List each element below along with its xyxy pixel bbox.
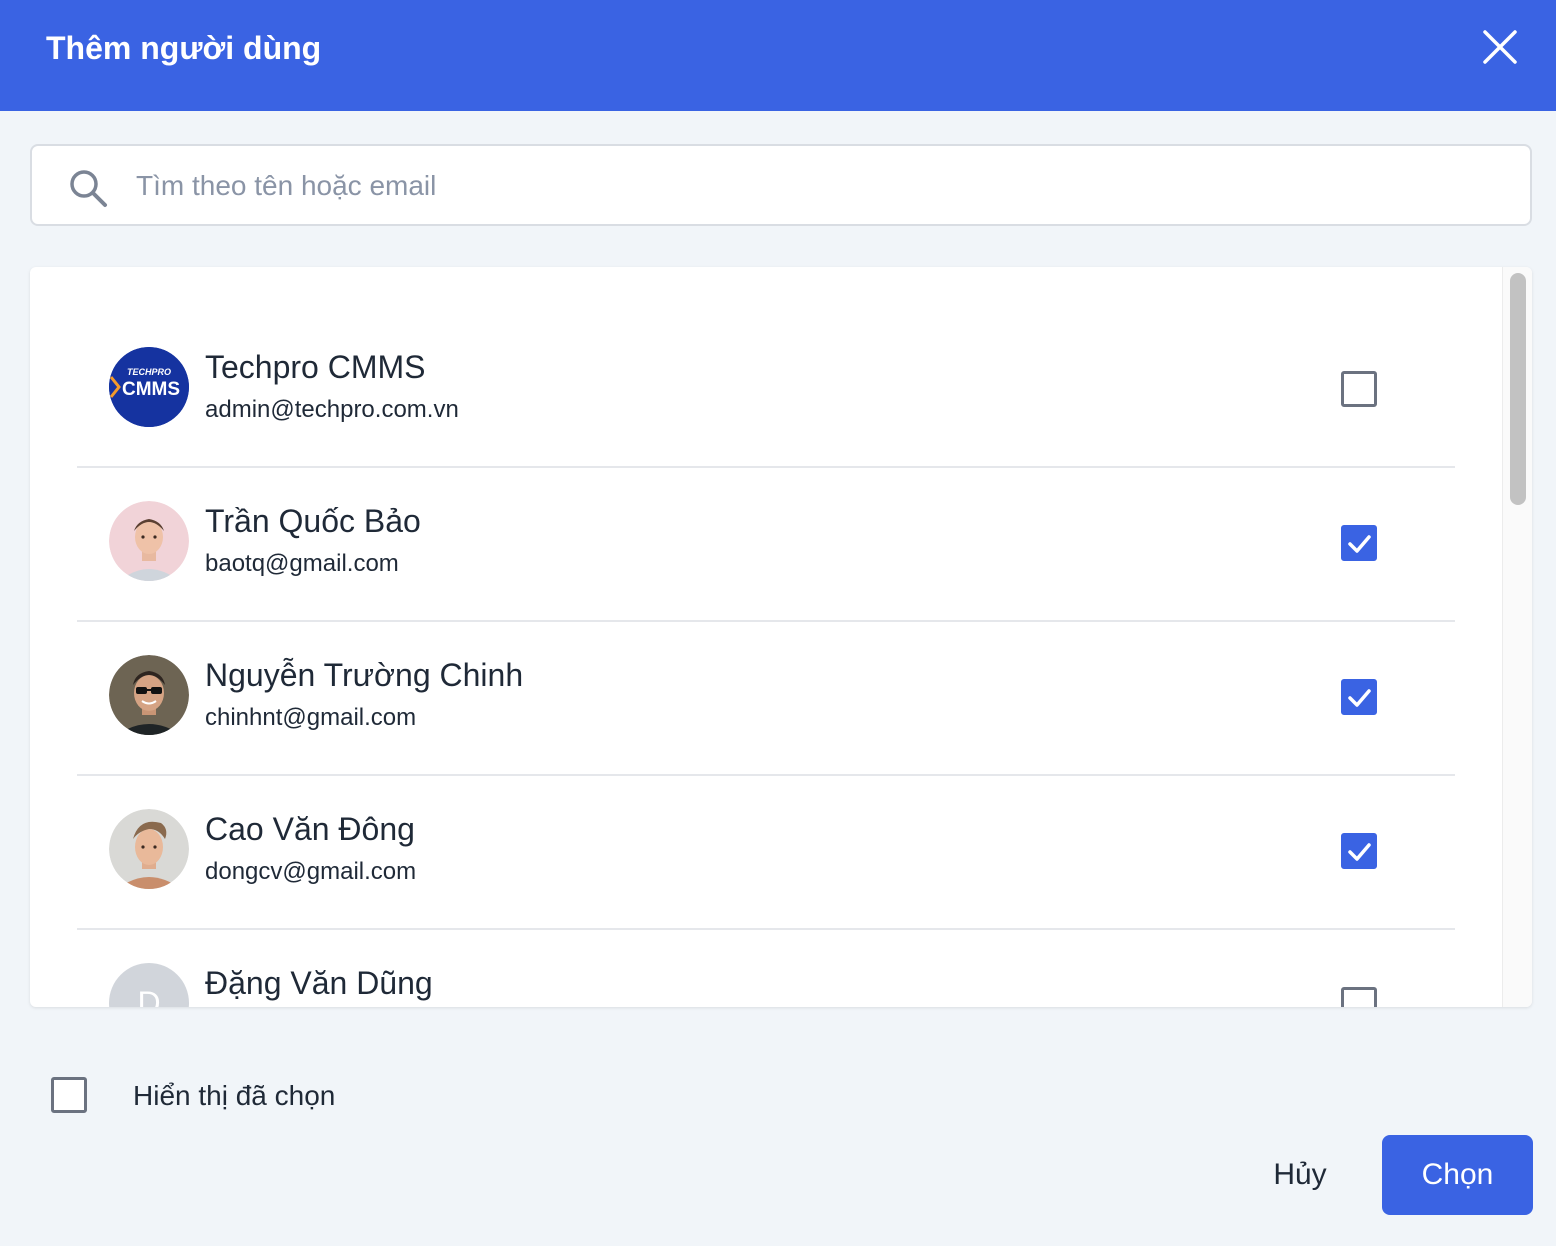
list-item[interactable]: D Đặng Văn Dũng [77,930,1455,1007]
user-email: admin@techpro.com.vn [205,396,459,423]
select-checkbox[interactable] [1341,679,1377,715]
list-item[interactable]: TECHPRO CMMS Techpro CMMS admin@techpro.… [77,314,1455,468]
list-item[interactable]: Nguyễn Trường Chinh chinhnt@gmail.com [77,622,1455,776]
avatar-techpro-logo: TECHPRO CMMS [109,347,189,427]
avatar-initial: D [109,963,189,1007]
logo-top-text: TECHPRO [126,367,171,377]
user-name: Đặng Văn Dũng [205,965,433,1001]
close-icon [1483,30,1517,64]
avatar-photo [109,809,189,889]
avatar-photo [109,655,189,735]
list-item[interactable]: Cao Văn Đông dongcv@gmail.com [77,776,1455,930]
logo-main-text: CMMS [121,379,181,400]
avatar-initial-text: D [137,985,161,1007]
search-input[interactable] [136,164,1496,208]
select-checkbox[interactable] [1341,525,1377,561]
checkmark-icon [1348,843,1371,861]
show-selected-checkbox[interactable] [51,1077,87,1113]
close-button[interactable] [1478,25,1522,69]
search-icon [70,170,107,207]
dialog-header: Thêm người dùng [0,0,1556,111]
select-checkbox[interactable] [1341,987,1377,1007]
user-name: Cao Văn Đông [205,811,415,847]
user-list: TECHPRO CMMS Techpro CMMS admin@techpro.… [30,267,1532,1007]
select-checkbox[interactable] [1341,371,1377,407]
checkmark-icon [1348,689,1371,707]
select-checkbox[interactable] [1341,833,1377,869]
search-box [30,144,1532,226]
user-email: dongcv@gmail.com [205,858,417,885]
scrollbar-thumb[interactable] [1510,273,1526,505]
cancel-button[interactable]: Hủy [1248,1135,1352,1215]
avatar-photo [109,501,189,581]
list-item[interactable]: Trần Quốc Bảo baotq@gmail.com [77,468,1455,622]
dialog-title: Thêm người dùng [46,30,322,66]
user-name: Nguyễn Trường Chinh [205,657,524,693]
checkmark-icon [1348,535,1371,553]
user-email: chinhnt@gmail.com [205,704,417,731]
show-selected-label: Hiển thị đã chọn [133,1080,336,1111]
user-name: Techpro CMMS [205,349,426,385]
user-email: baotq@gmail.com [205,550,399,577]
user-name: Trần Quốc Bảo [205,503,421,539]
confirm-button[interactable]: Chọn [1382,1135,1533,1215]
